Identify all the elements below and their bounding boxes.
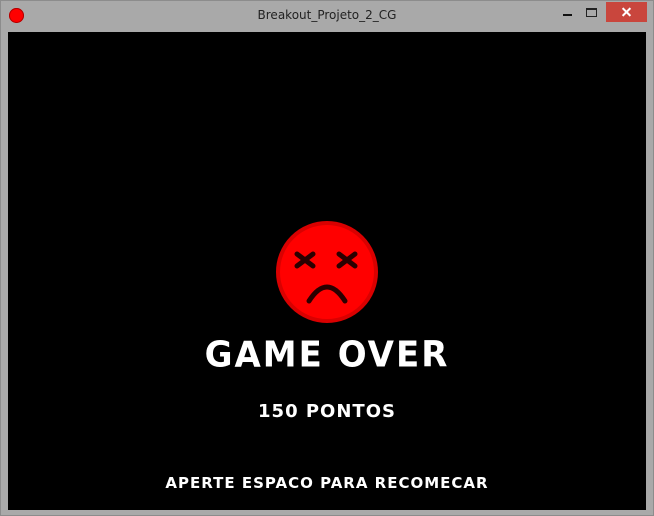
game-canvas[interactable]: GAME OVER 150 PONTOS APERTE ESPACO PARA … [8,32,646,510]
game-over-title: GAME OVER [204,334,450,376]
app-window: Breakout_Projeto_2_CG GAME OVER 150 PONT… [0,0,654,516]
close-button[interactable] [606,2,647,22]
window-titlebar[interactable]: Breakout_Projeto_2_CG [1,1,653,31]
minimize-button[interactable] [560,5,575,21]
window-title: Breakout_Projeto_2_CG [257,8,397,22]
restart-prompt: APERTE ESPACO PARA RECOMECAR [165,474,489,492]
score-text: 150 PONTOS [258,401,396,422]
maximize-button[interactable] [583,5,600,21]
sad-face-icon [276,221,378,323]
